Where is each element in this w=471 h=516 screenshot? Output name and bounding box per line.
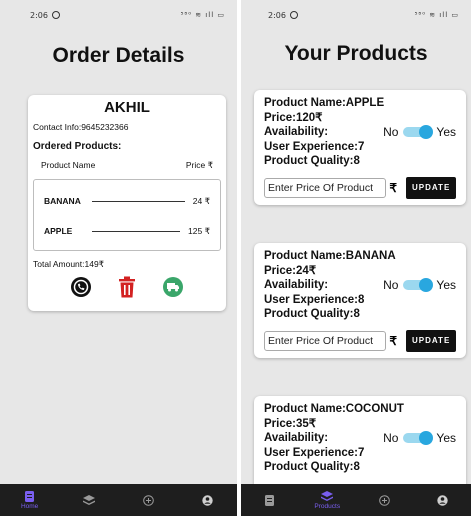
total-amount: Total Amount:149₹ (33, 259, 105, 269)
mark-delivered-button[interactable] (162, 276, 184, 298)
update-button[interactable]: UPDATE (406, 176, 456, 199)
availability-yes-label: Yes (436, 125, 456, 139)
rupee-symbol: ₹ (389, 180, 397, 195)
tab-add[interactable] (365, 484, 405, 516)
availability-no-label: No (383, 125, 399, 139)
column-product-name: Product Name (41, 160, 96, 170)
availability-yes-label: Yes (436, 278, 456, 292)
price-update-row: ₹ UPDATE (264, 176, 456, 199)
items-table-header: Product Name Price ₹ (33, 160, 221, 171)
rupee-symbol: ₹ (389, 333, 397, 348)
order-actions (33, 270, 221, 298)
availability-no-label: No (383, 431, 399, 445)
availability-row: Availability: No Yes (264, 431, 456, 446)
user-experience: User Experience:8 (264, 293, 365, 306)
availability-toggle[interactable] (403, 125, 434, 140)
availability-toggle[interactable] (403, 431, 434, 446)
tab-products[interactable] (69, 484, 109, 516)
account-icon (201, 494, 213, 506)
item-name: APPLE (44, 226, 73, 236)
item-price: 24 ₹ (192, 195, 210, 206)
tab-add[interactable] (128, 484, 168, 516)
home-icon (24, 490, 36, 502)
layers-icon (82, 494, 95, 506)
availability-row: Availability: No Yes (264, 125, 456, 140)
page-title: Order Details (52, 44, 185, 67)
product-card: Product Name:APPLE Price:120₹ Availabili… (254, 90, 466, 205)
tab-profile[interactable] (187, 484, 227, 516)
delete-order-button[interactable] (116, 276, 138, 298)
status-time: 2:06 (30, 10, 48, 20)
user-experience: User Experience:7 (264, 446, 365, 459)
list-item: APPLE 125 ₹ (44, 216, 210, 246)
customer-name: AKHIL (104, 99, 150, 116)
tab-products[interactable]: Products (307, 484, 347, 516)
add-circle-icon (142, 494, 154, 506)
bottom-tab-bar: Products (241, 484, 471, 516)
product-name: Product Name:APPLE (264, 97, 385, 109)
ordered-products-heading: Ordered Products: (33, 141, 122, 152)
phone-icon (71, 277, 91, 297)
layers-icon (321, 490, 334, 502)
screenshot-stage: 2:06 ⁵⁸⁰ ≋ ıll ▭ Order Details AKHIL Con… (0, 0, 471, 516)
whatsapp-icon (289, 11, 298, 19)
toggle-knob (419, 125, 434, 140)
your-products-screen: 2:06 ⁵⁸⁰ ≋ ıll ▭ Your Products Product N… (241, 0, 471, 516)
trash-icon (119, 276, 135, 298)
item-name: BANANA (44, 196, 81, 206)
contact-info: Contact Info:9645232366 (33, 122, 129, 132)
system-status-icons: ⁵⁸⁰ ≋ ıll ▭ (414, 11, 459, 19)
user-experience: User Experience:7 (264, 140, 365, 153)
system-status-icons: ⁵⁸⁰ ≋ ıll ▭ (180, 11, 225, 19)
toggle-knob (419, 278, 434, 293)
availability-label: Availability: (264, 126, 329, 138)
product-price: Price:120₹ (264, 111, 323, 124)
column-price: Price ₹ (185, 160, 213, 170)
availability-label: Availability: (264, 279, 329, 291)
availability-label: Availability: (264, 432, 329, 444)
divider (92, 200, 185, 202)
tab-profile[interactable] (422, 484, 462, 516)
product-price: Price:24₹ (264, 264, 317, 277)
list-item: BANANA 24 ₹ (44, 186, 210, 216)
price-update-row: ₹ UPDATE (264, 329, 456, 352)
availability-row: Availability: No Yes (264, 278, 456, 293)
product-price: Price:35₹ (264, 417, 317, 430)
product-quality: Product Quality:8 (264, 308, 360, 320)
tab-home[interactable]: Home (10, 484, 50, 516)
product-card: Product Name:BANANA Price:24₹ Availabili… (254, 243, 466, 358)
status-bar: 2:06 ⁵⁸⁰ ≋ ıll ▭ (241, 0, 471, 30)
status-bar: 2:06 ⁵⁸⁰ ≋ ıll ▭ (0, 0, 237, 30)
bottom-tab-bar: Home (0, 484, 237, 516)
product-quality: Product Quality:8 (264, 461, 360, 473)
account-icon (436, 494, 448, 506)
add-circle-icon (379, 494, 391, 506)
ordered-items-list: BANANA 24 ₹ APPLE 125 ₹ (33, 179, 221, 251)
whatsapp-icon (51, 11, 60, 19)
divider (92, 230, 181, 232)
update-button[interactable]: UPDATE (406, 329, 456, 352)
tab-products-label: Products (314, 503, 341, 510)
product-quality: Product Quality:8 (264, 155, 360, 167)
order-details-screen: 2:06 ⁵⁸⁰ ≋ ıll ▭ Order Details AKHIL Con… (0, 0, 237, 516)
order-card: AKHIL Contact Info:9645232366 Ordered Pr… (28, 95, 226, 311)
product-name: Product Name:BANANA (264, 250, 396, 262)
price-input[interactable] (264, 177, 386, 198)
tab-home[interactable] (250, 484, 290, 516)
availability-yes-label: Yes (436, 431, 456, 445)
tab-home-label: Home (20, 503, 39, 510)
home-icon (264, 494, 276, 506)
availability-toggle[interactable] (403, 278, 434, 293)
toggle-knob (419, 431, 434, 446)
availability-no-label: No (383, 278, 399, 292)
item-price: 125 ₹ (188, 225, 210, 236)
page-title: Your Products (284, 42, 428, 65)
product-name: Product Name:COCONUT (264, 403, 404, 415)
delivery-icon (163, 277, 183, 297)
price-input[interactable] (264, 330, 386, 351)
call-button[interactable] (70, 276, 92, 298)
status-time: 2:06 (268, 10, 286, 20)
